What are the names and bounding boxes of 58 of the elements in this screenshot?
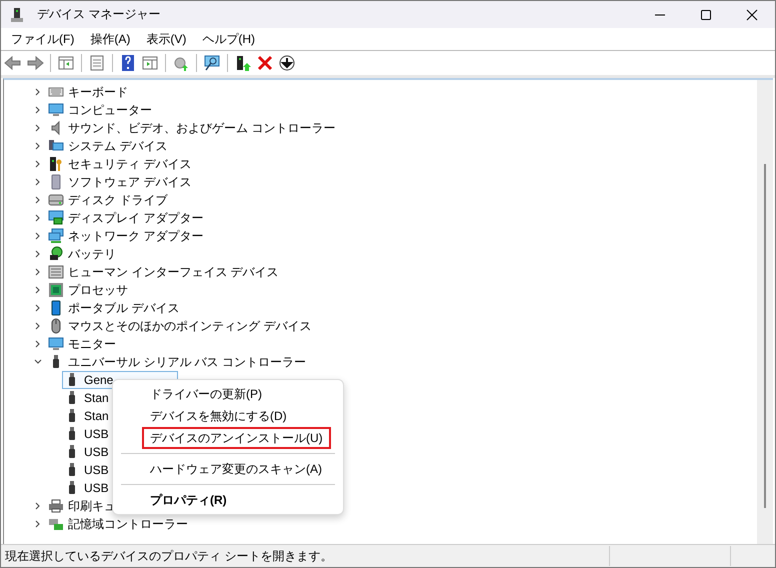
back-arrow-icon[interactable]: [4, 54, 22, 72]
tree-item[interactable]: キーボード: [68, 84, 128, 100]
tree-item[interactable]: ディスプレイ アダプター: [68, 210, 204, 226]
maximize-icon[interactable]: [700, 8, 712, 20]
menu-item[interactable]: デバイスを無効にする(D): [142, 405, 295, 427]
storage-icon: [48, 516, 64, 532]
help-icon[interactable]: [119, 54, 137, 72]
update-driver-icon[interactable]: [234, 54, 252, 72]
tree-item[interactable]: プロセッサ: [68, 282, 128, 298]
tree-item[interactable]: マウスとそのほかのポインティング デバイス: [68, 318, 312, 334]
tree-item[interactable]: 記憶域コントローラー: [68, 516, 188, 532]
tree-item[interactable]: USB: [62, 479, 111, 497]
tree-item[interactable]: システム デバイス: [68, 138, 168, 154]
tree-item[interactable]: ユニバーサル シリアル バス コントローラー: [68, 354, 306, 370]
properties-icon[interactable]: [88, 54, 106, 72]
printer-icon: [48, 498, 64, 514]
display-adapter-icon: [48, 210, 64, 226]
menu-item[interactable]: プロパティ(R): [142, 489, 235, 511]
close-icon[interactable]: [746, 8, 758, 20]
status-text: 現在選択しているデバイスのプロパティ シートを開きます。: [4, 548, 334, 564]
pane-icon[interactable]: [57, 54, 75, 72]
tree-item[interactable]: ディスク ドライブ: [68, 192, 168, 208]
menu-item[interactable]: ファイル(F): [3, 28, 82, 50]
tree-item[interactable]: USB: [62, 443, 111, 461]
computer-icon: [9, 6, 25, 22]
tree-item[interactable]: ポータブル デバイス: [68, 300, 180, 316]
tree-item[interactable]: Stan: [62, 407, 111, 425]
tree-item[interactable]: USB: [62, 461, 111, 479]
forward-arrow-icon[interactable]: [26, 54, 44, 72]
network-icon: [48, 228, 64, 244]
download-icon[interactable]: [278, 54, 296, 72]
window-title: デバイス マネージャー: [37, 6, 162, 23]
monitor-search-icon[interactable]: [203, 54, 221, 72]
pane-icon[interactable]: [141, 54, 159, 72]
keyboard-icon: [48, 264, 64, 280]
menu-item[interactable]: 表示(V): [138, 28, 194, 50]
tree-item[interactable]: セキュリティ デバイス: [68, 156, 192, 172]
tree-item[interactable]: コンピューター: [68, 102, 152, 118]
monitor-icon: [48, 102, 64, 118]
drive-icon: [48, 192, 64, 208]
menu-item[interactable]: ヘルプ(H): [194, 28, 263, 50]
tree-item[interactable]: サウンド、ビデオ、およびゲーム コントローラー: [68, 120, 336, 136]
chip-icon: [48, 282, 64, 298]
tree-item[interactable]: ソフトウェア デバイス: [68, 174, 192, 190]
scrollbar[interactable]: [757, 80, 773, 544]
tree-item[interactable]: モニター: [68, 336, 116, 352]
tree-item[interactable]: Stan: [62, 389, 111, 407]
tree-item[interactable]: バッテリ: [68, 246, 116, 262]
menu-item[interactable]: ハードウェア変更のスキャン(A): [142, 458, 330, 480]
tree-item[interactable]: ネットワーク アダプター: [68, 228, 204, 244]
tree-item[interactable]: ヒューマン インターフェイス デバイス: [68, 264, 279, 280]
tree-item[interactable]: USB: [62, 425, 111, 443]
menu-item[interactable]: 操作(A): [82, 28, 138, 50]
monitor-icon: [48, 336, 64, 352]
menu-item[interactable]: デバイスのアンインストール(U): [142, 427, 331, 449]
menu-item[interactable]: ドライバーの更新(P): [142, 383, 270, 405]
delete-icon[interactable]: [256, 54, 274, 72]
key-icon: [48, 156, 64, 172]
